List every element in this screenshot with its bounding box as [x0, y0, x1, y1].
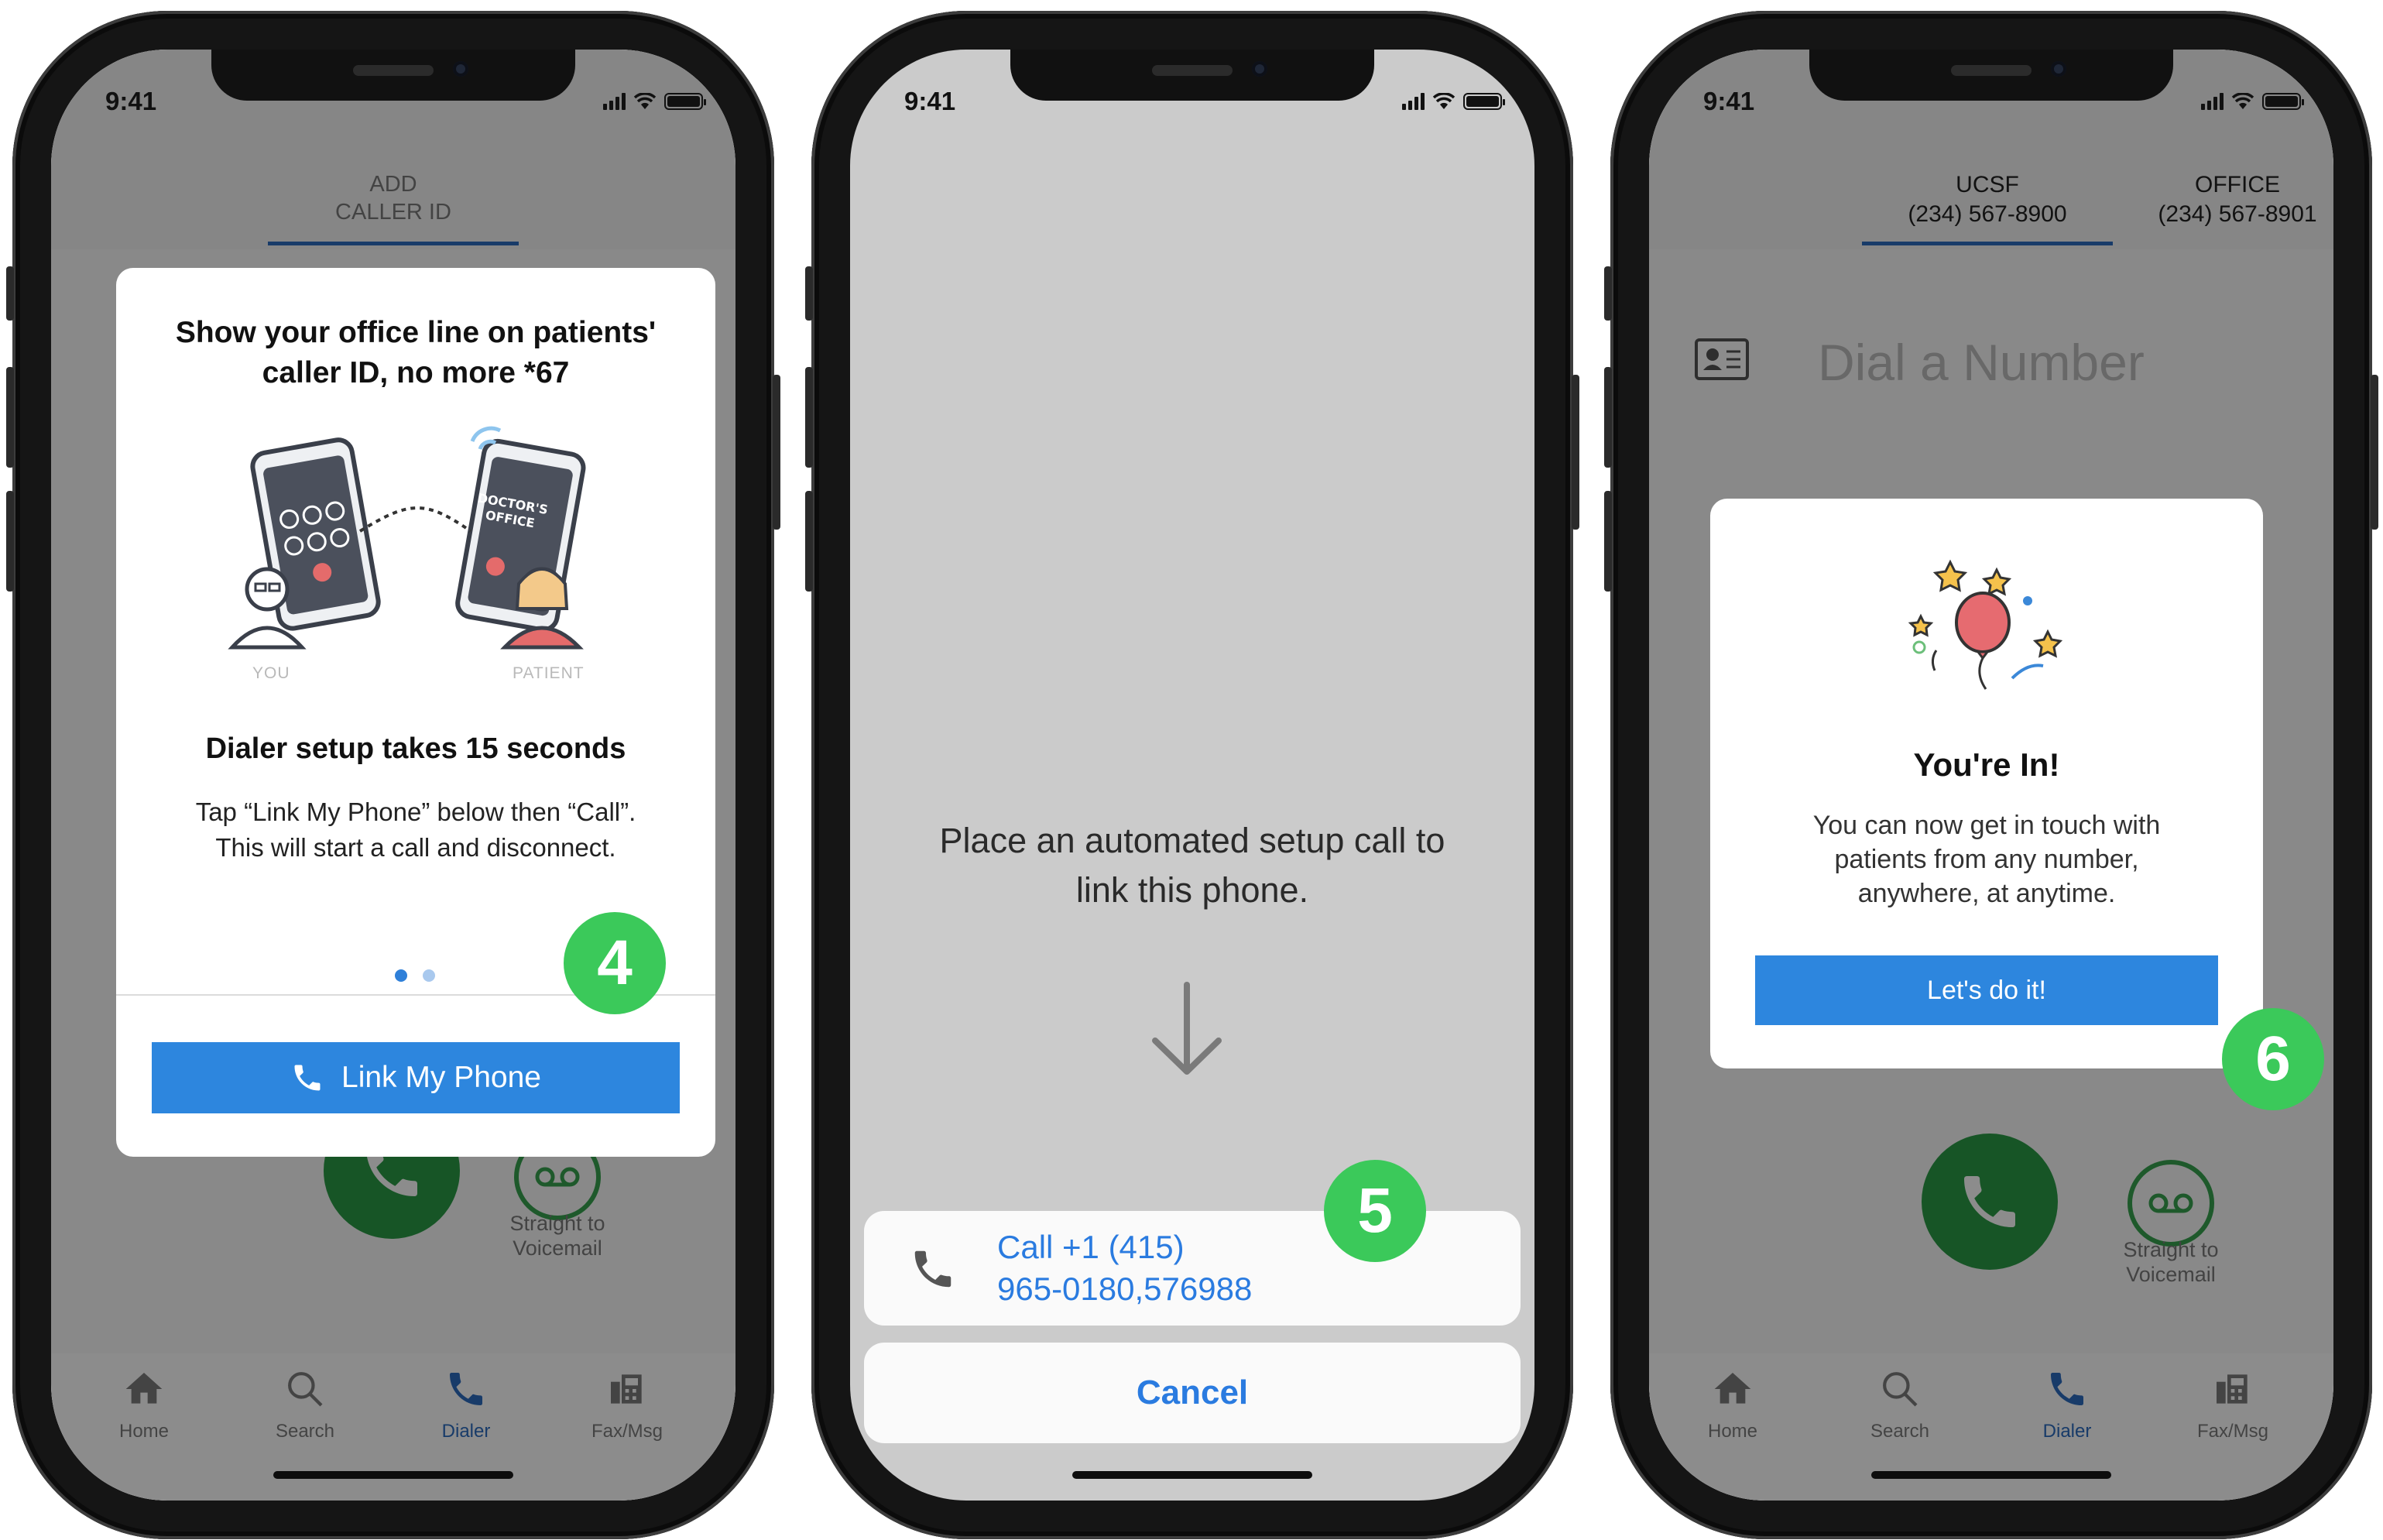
link-my-phone-button[interactable]: Link My Phone [152, 1042, 680, 1113]
step-badge-5: 5 [1324, 1160, 1426, 1262]
dialog-title: You're In! [1913, 746, 2060, 783]
youre-in-dialog: You're In! You can now get in touch with… [1710, 499, 2263, 1068]
battery-icon [2262, 93, 2304, 110]
status-icons [1402, 90, 1505, 110]
signal-icon [1402, 93, 1425, 110]
cancel-button[interactable]: Cancel [864, 1343, 1521, 1443]
phone-frame-1: 9:41 ADD CALLER ID Straight to Voicemail… [6, 11, 780, 1539]
dialog-message: You can now get in touch with patients f… [1812, 811, 2161, 908]
arrow-down-icon [1152, 982, 1222, 1075]
call-number-label: Call +1 (415) 965-0180,576988 [997, 1229, 1253, 1307]
link-my-phone-label: Link My Phone [341, 1061, 541, 1094]
status-icons [603, 90, 706, 110]
phone-frame-3: 9:41 UCSF (234) 567-8900 OFFICE (234) 56… [1604, 11, 2378, 1539]
status-icons [2201, 90, 2304, 110]
home-indicator [1871, 1471, 2111, 1479]
wifi-icon [1432, 93, 1456, 109]
status-time: 9:41 [904, 87, 956, 115]
signal-icon [603, 93, 626, 110]
setup-call-prompt: Place an automated setup call to link th… [939, 821, 1445, 910]
screen-link-phone: 9:41 ADD CALLER ID Straight to Voicemail… [51, 50, 735, 1501]
lets-do-it-button[interactable]: Let's do it! [1755, 955, 2218, 1025]
step-badge-6: 6 [2222, 1008, 2324, 1110]
screen-setup-call: 9:41 Place an automated setup call to li… [850, 50, 1534, 1501]
dialog-title: Show your office line on patients' calle… [175, 316, 657, 389]
illustration-you-label: YOU [252, 664, 290, 682]
status-time: 9:41 [105, 87, 157, 115]
step-badge-4: 4 [564, 912, 666, 1014]
status-time: 9:41 [1703, 87, 1755, 115]
page-dot [423, 969, 435, 982]
phone-icon [914, 1250, 951, 1288]
battery-icon [664, 93, 706, 110]
signal-icon [2201, 93, 2224, 110]
phone-icon [294, 1065, 321, 1091]
wifi-icon [2231, 93, 2254, 109]
link-phone-dialog: Show your office line on patients' calle… [116, 268, 715, 1157]
screen-youre-in: 9:41 UCSF (234) 567-8900 OFFICE (234) 56… [1649, 50, 2333, 1501]
setup-instructions: Tap “Link My Phone” below then “Call”. T… [195, 797, 636, 862]
phone-link-illustration: DOCTOR'S OFFICE [228, 426, 586, 650]
page-indicator [395, 969, 435, 982]
page-dot-active [395, 969, 407, 982]
home-indicator [273, 1471, 513, 1479]
battery-icon [1463, 93, 1505, 110]
balloon-celebration-icon [1908, 559, 2063, 690]
illustration-patient-label: PATIENT [513, 664, 585, 682]
phone-frame-2: 9:41 Place an automated setup call to li… [805, 11, 1579, 1539]
home-indicator [1072, 1471, 1312, 1479]
setup-duration: Dialer setup takes 15 seconds [205, 732, 626, 765]
wifi-icon [633, 93, 657, 109]
